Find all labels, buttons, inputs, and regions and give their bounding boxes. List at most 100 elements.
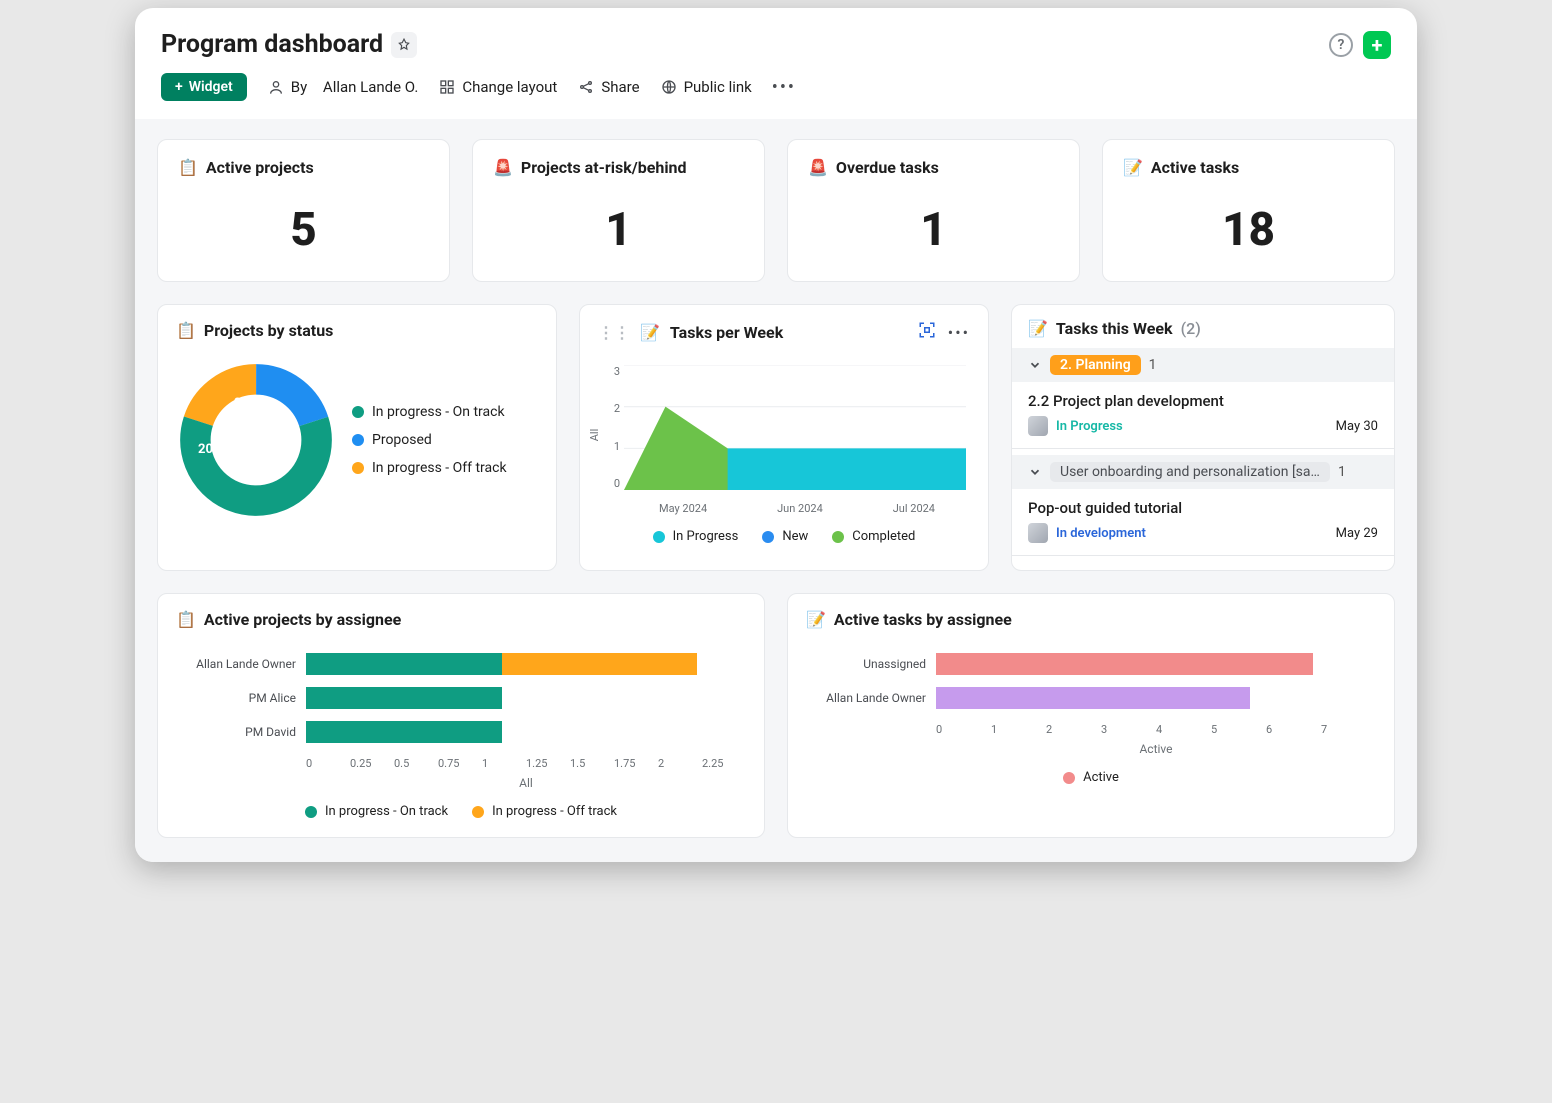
bar-label: Unassigned xyxy=(806,657,936,671)
globe-icon xyxy=(660,78,678,96)
add-widget-button[interactable]: + Widget xyxy=(161,73,247,101)
widget-label: Widget xyxy=(189,79,233,95)
hbar-chart: UnassignedAllan Lande Owner xyxy=(806,647,1376,715)
bar-label: PM Alice xyxy=(176,691,306,705)
legend-item: In progress - Off track xyxy=(352,460,507,476)
plus-icon: + xyxy=(175,79,183,95)
share-button[interactable]: Share xyxy=(577,78,639,96)
task-section-header[interactable]: 2. Planning 1 xyxy=(1012,348,1394,382)
x-axis-label: All xyxy=(176,776,746,790)
kpi-card[interactable]: 📝 Active tasks 18 xyxy=(1102,139,1395,282)
pin-icon[interactable] xyxy=(391,32,417,58)
avatar xyxy=(1028,523,1048,543)
bar-segment xyxy=(306,721,502,743)
legend-swatch xyxy=(352,406,364,418)
task-item[interactable]: Pop-out guided tutorial In development M… xyxy=(1012,489,1394,549)
kpi-icon: 🚨 xyxy=(808,158,828,177)
kpi-value: 1 xyxy=(920,203,947,257)
task-count: (2) xyxy=(1181,319,1201,338)
legend-label: Proposed xyxy=(372,432,432,448)
slice-label-proposed: 20% xyxy=(198,442,223,457)
hbar-chart: Allan Lande Owner PM Alice PM David xyxy=(176,647,746,749)
clipboard-icon: 📋 xyxy=(176,321,196,340)
bar-row: Allan Lande Owner xyxy=(176,647,746,681)
kpi-card[interactable]: 📋 Active projects 5 xyxy=(157,139,450,282)
legend-swatch xyxy=(352,434,364,446)
legend-item: Completed xyxy=(832,529,915,544)
add-button[interactable]: + xyxy=(1363,31,1391,59)
legend-item: New xyxy=(762,529,808,544)
legend-label: In progress - On track xyxy=(372,404,505,420)
memo-icon: 📝 xyxy=(1028,319,1048,338)
donut-chart: 20% 20% 60% xyxy=(176,360,336,520)
legend: In progress - On track In progress - Off … xyxy=(176,804,746,819)
legend-label: In Progress xyxy=(673,529,739,544)
card-projects-by-status[interactable]: 📋 Projects by status 20% 20% 60% xyxy=(157,304,557,571)
author-prefix: By xyxy=(291,78,307,96)
kpi-icon: 🚨 xyxy=(493,158,513,177)
area-chart: All 3210 xyxy=(598,355,970,515)
card-tasks-this-week[interactable]: 📝 Tasks this Week (2) 2. Planning 1 2.2 … xyxy=(1011,304,1395,571)
bar-row: Unassigned xyxy=(806,647,1376,681)
change-layout-label: Change layout xyxy=(462,78,557,96)
task-item[interactable]: 2.2 Project plan development In Progress… xyxy=(1012,382,1394,442)
kpi-label: Projects at-risk/behind xyxy=(521,158,687,177)
clipboard-icon: 📋 xyxy=(176,610,196,629)
legend-label: Active xyxy=(1083,770,1119,785)
kpi-label: Active tasks xyxy=(1151,158,1239,177)
bar-segment xyxy=(306,653,502,675)
kpi-card[interactable]: 🚨 Projects at-risk/behind 1 xyxy=(472,139,765,282)
card-title: Active projects by assignee xyxy=(204,610,401,629)
legend-label: In progress - Off track xyxy=(372,460,507,476)
card-more-menu[interactable]: ••• xyxy=(948,323,970,342)
card-title: Tasks per Week xyxy=(670,323,783,342)
legend: In progress - On track Proposed In progres… xyxy=(352,404,507,476)
card-active-tasks-by-assignee[interactable]: 📝 Active tasks by assignee UnassignedAll… xyxy=(787,593,1395,838)
focus-icon[interactable] xyxy=(918,321,936,343)
avatar xyxy=(1028,416,1048,436)
share-label: Share xyxy=(601,78,639,96)
legend-swatch xyxy=(762,531,774,543)
legend-swatch xyxy=(305,806,317,818)
legend-swatch xyxy=(1063,772,1075,784)
section-badge: User onboarding and personalization [sam… xyxy=(1050,462,1330,482)
x-axis-label: Active xyxy=(806,742,1376,756)
legend-item: Active xyxy=(1063,770,1119,785)
author-chip[interactable]: By Allan Lande O. xyxy=(267,78,419,96)
kpi-icon: 📋 xyxy=(178,158,198,177)
legend-item: Proposed xyxy=(352,432,507,448)
card-title: Projects by status xyxy=(204,321,333,340)
bar-segment xyxy=(502,653,698,675)
legend-label: Completed xyxy=(852,529,915,544)
card-title: Active tasks by assignee xyxy=(834,610,1012,629)
public-link-button[interactable]: Public link xyxy=(660,78,752,96)
legend-item: In progress - Off track xyxy=(472,804,617,819)
task-date: May 29 xyxy=(1336,526,1378,541)
more-menu-button[interactable]: ••• xyxy=(772,77,796,98)
bar-label: PM David xyxy=(176,725,306,739)
task-section-header[interactable]: User onboarding and personalization [sam… xyxy=(1012,455,1394,489)
toolbar: + Widget By Allan Lande O. Change layout xyxy=(161,59,1391,119)
card-active-projects-by-assignee[interactable]: 📋 Active projects by assignee Allan Land… xyxy=(157,593,765,838)
bar-segment xyxy=(936,653,1313,675)
section-badge: 2. Planning xyxy=(1050,355,1141,375)
legend-swatch xyxy=(653,531,665,543)
page-title: Program dashboard xyxy=(161,30,383,59)
memo-icon: 📝 xyxy=(640,323,660,342)
kpi-value: 1 xyxy=(605,203,632,257)
help-icon[interactable]: ? xyxy=(1329,33,1353,57)
legend-label: In progress - On track xyxy=(325,804,448,819)
bar-row: PM Alice xyxy=(176,681,746,715)
bar-row: PM David xyxy=(176,715,746,749)
user-icon xyxy=(267,78,285,96)
drag-handle-icon[interactable]: ⋮⋮ xyxy=(598,323,630,342)
kpi-icon: 📝 xyxy=(1123,158,1143,177)
section-count: 1 xyxy=(1149,357,1157,373)
chevron-down-icon xyxy=(1028,465,1042,479)
kpi-label: Active projects xyxy=(206,158,314,177)
card-tasks-per-week[interactable]: ⋮⋮ 📝 Tasks per Week ••• All 3210 xyxy=(579,304,989,571)
change-layout-button[interactable]: Change layout xyxy=(438,78,557,96)
slice-label-on-track: 60% xyxy=(276,438,301,453)
legend-swatch xyxy=(472,806,484,818)
kpi-card[interactable]: 🚨 Overdue tasks 1 xyxy=(787,139,1080,282)
